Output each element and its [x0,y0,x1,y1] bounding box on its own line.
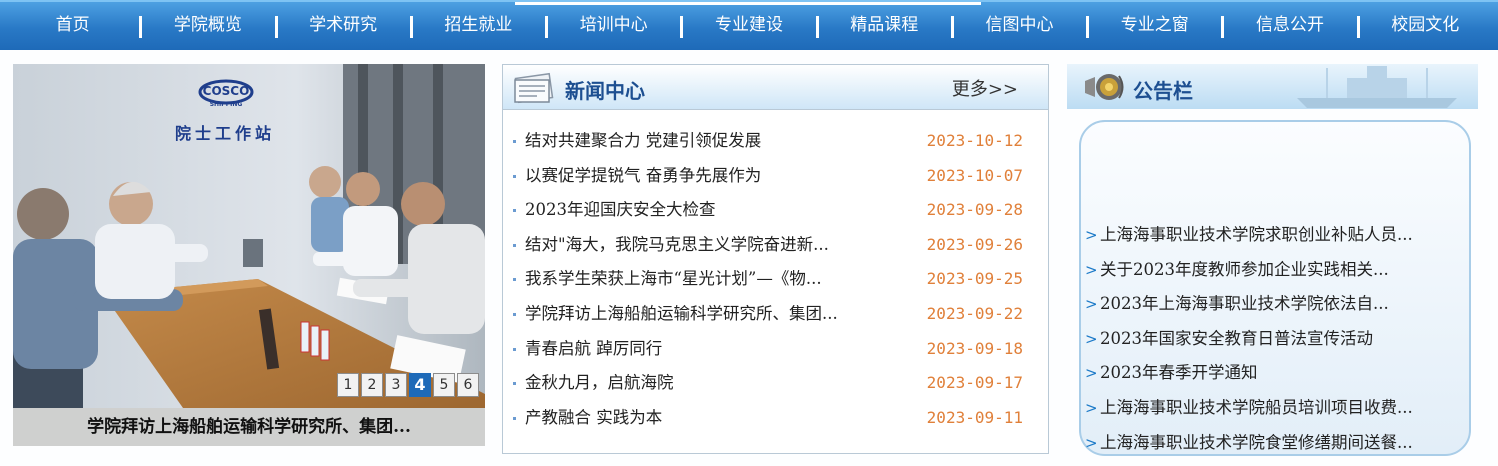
chevron-right-icon: > [1085,329,1098,348]
notice-item[interactable]: >2023年国家安全教育日普法宣传活动 [1085,325,1465,360]
notice-item[interactable]: >2023年上海海事职业技术学院依法自... [1085,290,1465,325]
nav-item-library[interactable]: 信图中心 [952,2,1090,50]
slide-page-1[interactable]: 1 [337,373,359,397]
slide-page-6[interactable]: 6 [457,373,479,397]
notice-list: > 上海海事职业技术学院求职创业补贴人员... > 关于2023年度教师参加企业实践… [1085,221,1465,463]
news-item[interactable]: 金秋九月，启航海院 2023-09-17 [513,369,1033,404]
chevron-right-icon: > [1085,295,1098,314]
photo-slideshow[interactable]: COSCO SHIPPING 院士工作站 1 2 3 4 5 6 学院拜访上海船… [13,64,485,446]
chevron-right-icon: > [1085,364,1098,383]
nav-item-campus-culture[interactable]: 校园文化 [1358,2,1493,50]
news-item[interactable]: 结对共建聚合力 党建引领促发展 2023-10-12 [513,127,1033,162]
notice-item[interactable]: > 上海海事职业技术学院船员培训项目收费... [1085,394,1465,429]
notice-item[interactable]: > 上海海事职业技术学院求职创业补贴人员... [1085,221,1465,256]
ship-watermark [1297,66,1457,108]
news-title: 新闻中心 [565,79,645,103]
news-list: 结对共建聚合力 党建引领促发展 2023-10-12 以赛促学提锐气 奋勇争先展作… [513,127,1033,438]
nav-item-majors[interactable]: 专业建设 [681,2,819,50]
nav-item-training[interactable]: 培训中心 [546,2,684,50]
main-nav: 首页 学院概览 学术研究 招生就业 培训中心 专业建设 精品课程 信图中心 专业… [0,0,1498,50]
news-item[interactable]: 以赛促学提锐气 奋勇争先展作为 2023-10-07 [513,162,1033,197]
slide-caption[interactable]: 学院拜访上海船舶运输科学研究所、集团... [13,408,485,446]
wall-sign: 院士工作站 [175,124,275,143]
nav-item-home[interactable]: 首页 [5,2,143,50]
svg-text:COSCO: COSCO [203,84,250,98]
chevron-right-icon: > [1085,398,1098,417]
chevron-right-icon: > [1085,260,1098,279]
nav-item-admissions[interactable]: 招生就业 [411,2,549,50]
slide-page-3[interactable]: 3 [385,373,407,397]
news-item[interactable]: 产教融合 实践为本 2023-09-11 [513,404,1033,439]
nav-item-about[interactable]: 学院概览 [140,2,278,50]
newspaper-icon [514,72,554,104]
news-center-panel: 新闻中心 更多>> 结对共建聚合力 党建引领促发展 2023-10-12 以赛促学… [502,64,1049,454]
news-item[interactable]: 结对"海大，我院马克思主义学院奋进新... 2023-09-26 [513,231,1033,266]
svg-text:SHIPPING: SHIPPING [210,101,243,108]
speaker-icon [1085,74,1124,100]
notice-item[interactable]: >2023年春季开学通知 [1085,359,1465,394]
slide-page-2[interactable]: 2 [361,373,383,397]
nav-item-major-window[interactable]: 专业之窗 [1087,2,1225,50]
notice-title: 公告栏 [1133,79,1193,103]
slide-pager: 1 2 3 4 5 6 [337,373,479,397]
slide-page-5[interactable]: 5 [433,373,455,397]
notice-header: 公告栏 [1067,64,1478,109]
chevron-right-icon: > [1085,433,1098,452]
news-item[interactable]: 学院拜访上海船舶运输科学研究所、集团... 2023-09-22 [513,300,1033,335]
notice-item[interactable]: > 上海海事职业技术学院食堂修缮期间送餐... [1085,429,1465,464]
nav-item-research[interactable]: 学术研究 [276,2,413,50]
slide-photo[interactable]: COSCO SHIPPING 院士工作站 [13,64,485,408]
slide-page-4-active[interactable]: 4 [409,373,431,397]
nav-item-disclosure[interactable]: 信息公开 [1222,2,1360,50]
news-header: 新闻中心 更多>> [503,65,1048,110]
notice-board-panel: 公告栏 > 上海海事职业技术学院求职创业补贴人员... > 关于2023年度教师参加… [1067,64,1478,456]
news-item[interactable]: 2023年迎国庆安全大检查 2023-09-28 [513,196,1033,231]
news-item[interactable]: 青春启航 踔厉同行 2023-09-18 [513,335,1033,370]
news-item[interactable]: 我系学生荣获上海市“星光计划”—《物... 2023-09-25 [513,265,1033,300]
news-more-link[interactable]: 更多>> [952,75,1018,101]
chevron-right-icon: > [1085,226,1098,244]
notice-item[interactable]: > 关于2023年度教师参加企业实践相关... [1085,256,1465,291]
nav-item-courses[interactable]: 精品课程 [817,2,954,50]
